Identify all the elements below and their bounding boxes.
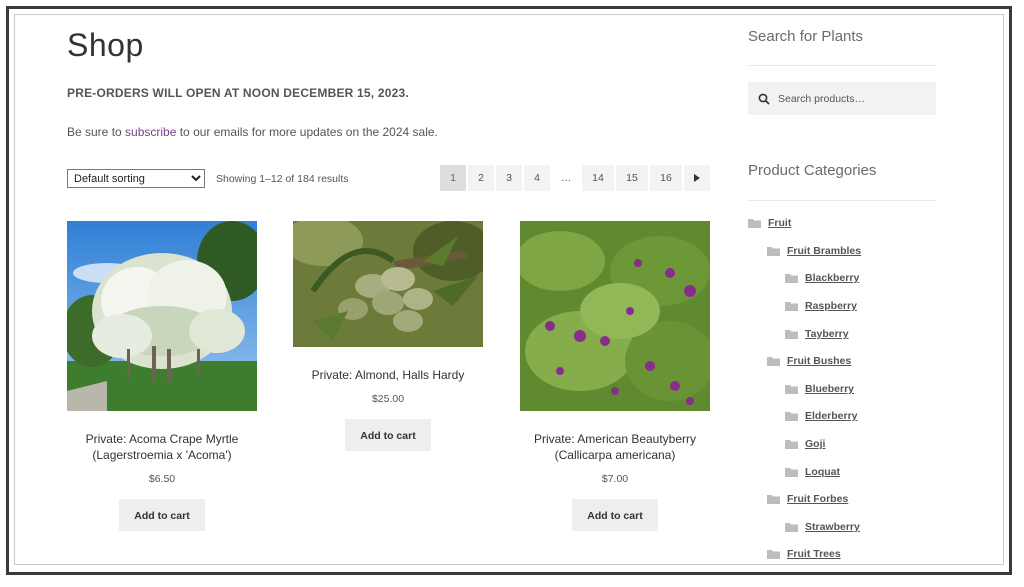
preorder-notice: PRE-ORDERS WILL OPEN AT NOON DECEMBER 15… bbox=[67, 86, 409, 100]
product-price: $6.50 bbox=[148, 473, 176, 485]
product-card-almond: Private: Almond, Halls Hardy $25.00 Add … bbox=[293, 221, 483, 451]
category-elderberry[interactable]: Elderberry bbox=[785, 410, 858, 422]
category-blueberry[interactable]: Blueberry bbox=[785, 383, 854, 395]
categories-heading: Product Categories bbox=[748, 162, 877, 179]
product-image-beautyberry[interactable] bbox=[520, 221, 710, 411]
subscribe-prefix: Be sure to bbox=[67, 125, 126, 139]
folder-icon bbox=[785, 468, 798, 477]
product-price: $25.00 bbox=[371, 393, 405, 405]
search-heading: Search for Plants bbox=[748, 28, 864, 45]
folder-icon bbox=[785, 440, 798, 449]
page-14[interactable]: 14 bbox=[582, 165, 614, 191]
pagination: 1 2 3 4 … 14 15 16 bbox=[440, 165, 710, 191]
subscribe-line: Be sure to subscribe to our emails for m… bbox=[67, 125, 438, 139]
triangle-right-icon bbox=[694, 174, 700, 182]
page-title: Shop bbox=[67, 27, 144, 63]
subscribe-link[interactable]: subscribe bbox=[125, 125, 176, 139]
category-loquat[interactable]: Loquat bbox=[785, 466, 840, 478]
category-label: Fruit Forbes bbox=[787, 493, 849, 505]
folder-icon bbox=[748, 219, 761, 228]
page-2[interactable]: 2 bbox=[468, 165, 494, 191]
category-label: Fruit bbox=[768, 217, 792, 229]
folder-icon bbox=[785, 523, 798, 532]
divider bbox=[748, 200, 936, 201]
folder-icon bbox=[767, 247, 780, 256]
product-card-acoma: Private: Acoma Crape Myrtle (Lagerstroem… bbox=[67, 221, 257, 531]
product-name[interactable]: Private: Almond, Halls Hardy bbox=[293, 367, 483, 383]
almond-image bbox=[293, 221, 483, 347]
sorting-select[interactable]: Default sorting bbox=[67, 169, 205, 188]
folder-icon bbox=[767, 495, 780, 504]
product-image-almond[interactable] bbox=[293, 221, 483, 347]
category-fruit[interactable]: Fruit bbox=[748, 217, 791, 229]
add-to-cart-button[interactable]: Add to cart bbox=[345, 419, 431, 451]
category-label: Goji bbox=[805, 438, 826, 450]
category-fruit-trees[interactable]: Fruit Trees bbox=[767, 548, 841, 560]
next-page-button[interactable] bbox=[684, 165, 710, 191]
category-blackberry[interactable]: Blackberry bbox=[785, 272, 859, 284]
category-fruit-brambles[interactable]: Fruit Brambles bbox=[767, 245, 861, 257]
category-label: Tayberry bbox=[805, 328, 849, 340]
product-price: $7.00 bbox=[601, 473, 629, 485]
category-label: Loquat bbox=[805, 466, 840, 478]
category-goji[interactable]: Goji bbox=[785, 438, 825, 450]
folder-icon bbox=[767, 357, 780, 366]
category-label: Elderberry bbox=[805, 410, 858, 422]
category-label: Blackberry bbox=[805, 272, 860, 284]
crape-myrtle-image bbox=[67, 221, 257, 411]
category-tayberry[interactable]: Tayberry bbox=[785, 328, 849, 340]
search-input[interactable] bbox=[776, 91, 930, 106]
category-label: Blueberry bbox=[805, 383, 855, 395]
page-ellipsis: … bbox=[560, 172, 572, 184]
search-icon bbox=[758, 93, 770, 105]
divider bbox=[748, 65, 936, 66]
product-search bbox=[748, 82, 936, 115]
page-4[interactable]: 4 bbox=[524, 165, 550, 191]
result-count: Showing 1–12 of 184 results bbox=[216, 173, 349, 185]
add-to-cart-button[interactable]: Add to cart bbox=[572, 499, 658, 531]
category-label: Fruit Bushes bbox=[787, 355, 852, 367]
product-image-acoma[interactable] bbox=[67, 221, 257, 411]
add-to-cart-button[interactable]: Add to cart bbox=[119, 499, 205, 531]
page-3[interactable]: 3 bbox=[496, 165, 522, 191]
category-label: Fruit Trees bbox=[787, 548, 841, 560]
folder-icon bbox=[785, 412, 798, 421]
category-label: Raspberry bbox=[805, 300, 857, 312]
page-1: 1 bbox=[440, 165, 466, 191]
folder-icon bbox=[767, 550, 780, 559]
category-strawberry[interactable]: Strawberry bbox=[785, 521, 860, 533]
subscribe-suffix: to our emails for more updates on the 20… bbox=[176, 125, 438, 139]
product-name[interactable]: Private: American Beautyberry (Callicarp… bbox=[520, 431, 710, 463]
category-label: Strawberry bbox=[805, 521, 860, 533]
category-raspberry[interactable]: Raspberry bbox=[785, 300, 857, 312]
folder-icon bbox=[785, 385, 798, 394]
category-fruit-forbes[interactable]: Fruit Forbes bbox=[767, 493, 848, 505]
beautyberry-image bbox=[520, 221, 710, 411]
product-card-beautyberry: Private: American Beautyberry (Callicarp… bbox=[520, 221, 710, 531]
folder-icon bbox=[785, 302, 798, 311]
folder-icon bbox=[785, 274, 798, 283]
page-15[interactable]: 15 bbox=[616, 165, 648, 191]
shop-page: Shop PRE-ORDERS WILL OPEN AT NOON DECEMB… bbox=[14, 14, 1004, 565]
folder-icon bbox=[785, 330, 798, 339]
page-16[interactable]: 16 bbox=[650, 165, 682, 191]
category-fruit-bushes[interactable]: Fruit Bushes bbox=[767, 355, 851, 367]
category-label: Fruit Brambles bbox=[787, 245, 862, 257]
product-name[interactable]: Private: Acoma Crape Myrtle (Lagerstroem… bbox=[67, 431, 257, 463]
